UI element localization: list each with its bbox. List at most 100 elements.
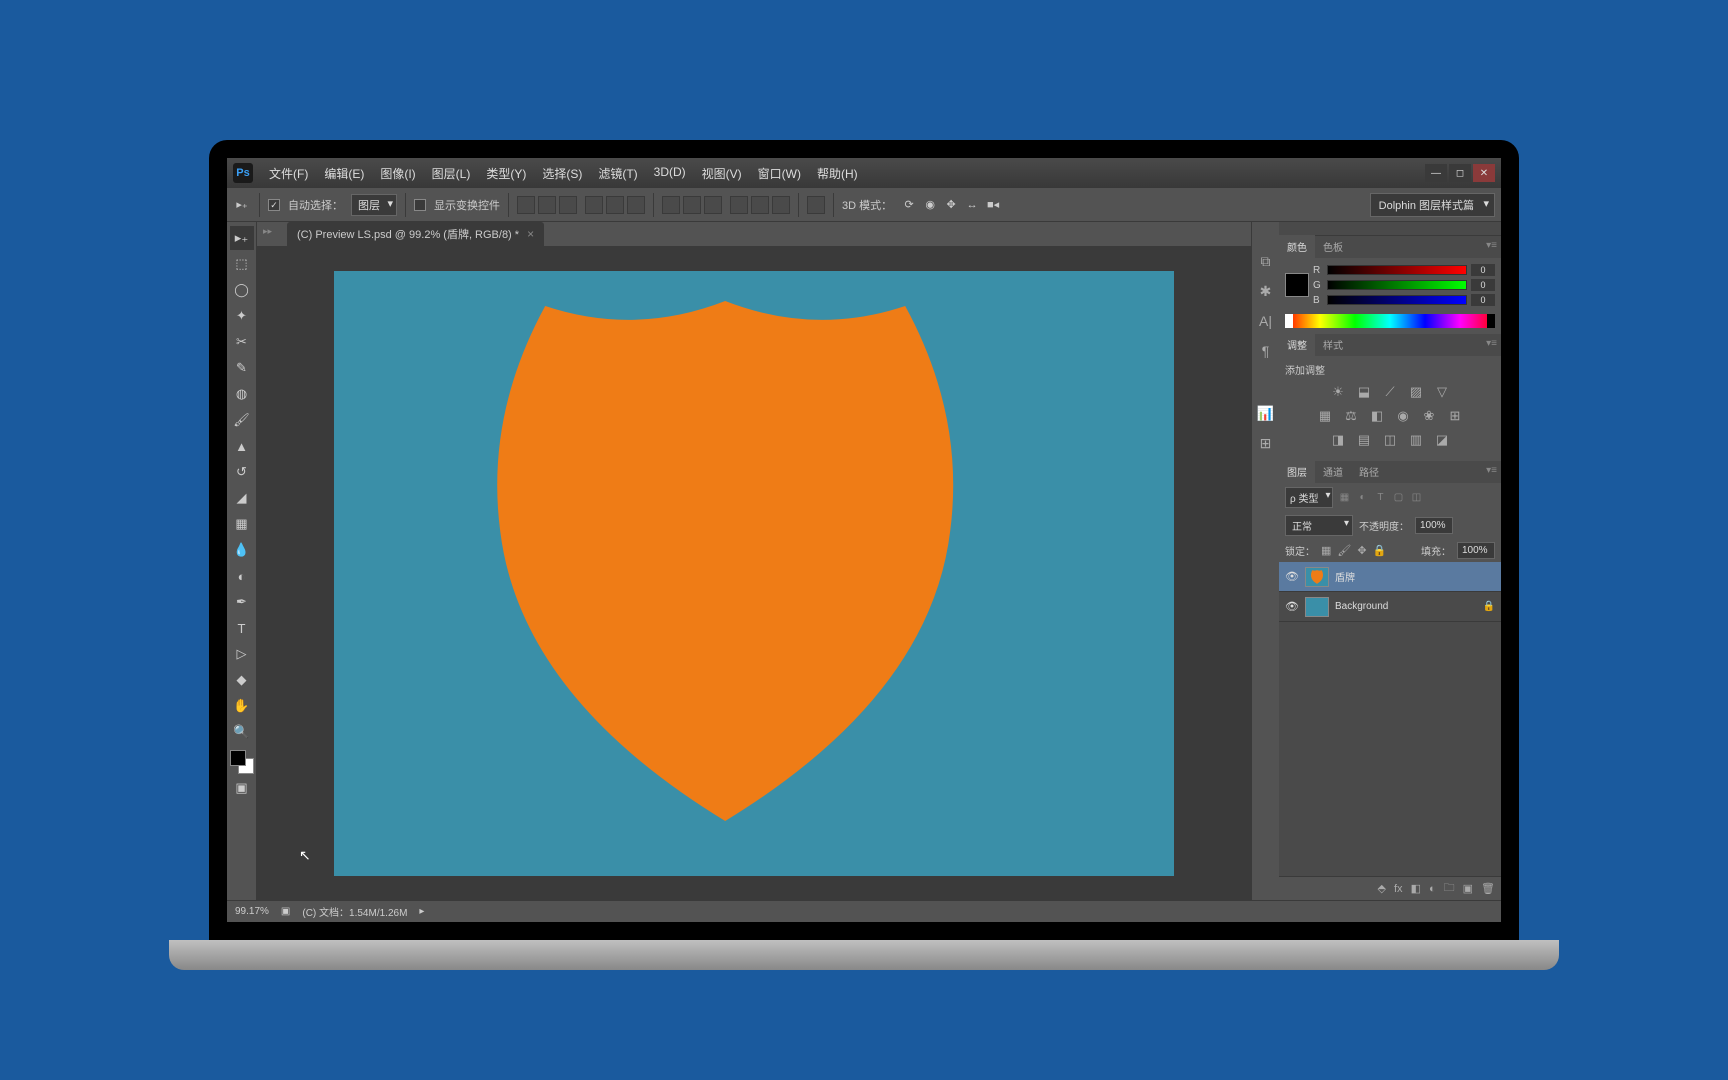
menu-file[interactable]: 文件(F) [263, 161, 314, 186]
layers-tab[interactable]: 图层 [1279, 460, 1315, 483]
colorbalance-icon[interactable]: ⚖ [1342, 407, 1360, 425]
distribute-6-icon[interactable] [772, 196, 790, 214]
invert-icon[interactable]: ◨ [1329, 431, 1347, 449]
g-value[interactable]: 0 [1471, 279, 1495, 291]
swatches-tab[interactable]: 色板 [1315, 235, 1351, 258]
zoom-3d-icon[interactable]: ■◂ [984, 196, 1002, 214]
histogram-dock-icon[interactable]: 📊 [1257, 404, 1275, 422]
tab-close-icon[interactable]: × [527, 227, 534, 241]
align-hcenter-icon[interactable] [606, 196, 624, 214]
filter-pixel-icon[interactable]: ▦ [1337, 491, 1351, 505]
layer-thumbnail[interactable] [1305, 597, 1329, 617]
workspace-preset-dropdown[interactable]: Dolphin 图层样式篇 [1370, 193, 1495, 217]
layer-thumbnail[interactable] [1305, 567, 1329, 587]
menu-window[interactable]: 窗口(W) [752, 161, 807, 186]
document-tab[interactable]: (C) Preview LS.psd @ 99.2% (盾牌, RGB/8) *… [287, 222, 544, 246]
auto-align-icon[interactable] [807, 196, 825, 214]
blend-mode-select[interactable]: 正常 [1285, 515, 1353, 536]
lock-pos-icon[interactable]: ✥ [1357, 544, 1366, 557]
color-swatches[interactable] [230, 750, 254, 774]
spectrum-picker[interactable] [1285, 314, 1495, 328]
zoom-tool[interactable]: 🔍 [230, 720, 254, 744]
eraser-tool[interactable]: ◢ [230, 486, 254, 510]
distribute-1-icon[interactable] [662, 196, 680, 214]
filter-adjust-icon[interactable]: ◐ [1355, 491, 1369, 505]
menu-select[interactable]: 选择(S) [536, 161, 588, 186]
brush-dock-icon[interactable]: ✱ [1257, 282, 1275, 300]
panel-menu-icon[interactable]: ▾≡ [1486, 338, 1497, 349]
lasso-tool[interactable]: ◯ [230, 278, 254, 302]
curves-icon[interactable]: ⟋ [1381, 383, 1399, 401]
layer-row[interactable]: 👁 Background 🔒 [1279, 592, 1501, 622]
panel-collapse[interactable] [1279, 222, 1501, 236]
lock-trans-icon[interactable]: ▦ [1321, 544, 1331, 557]
layer-row[interactable]: 👁 盾牌 [1279, 562, 1501, 592]
align-left-icon[interactable] [585, 196, 603, 214]
b-value[interactable]: 0 [1471, 294, 1495, 306]
channels-tab[interactable]: 通道 [1315, 460, 1351, 483]
orbit-3d-icon[interactable]: ⟳ [900, 196, 918, 214]
r-slider[interactable] [1327, 265, 1467, 275]
show-transform-checkbox[interactable] [414, 199, 426, 211]
delete-layer-icon[interactable]: 🗑 [1481, 882, 1495, 895]
panel-menu-icon[interactable]: ▾≡ [1486, 240, 1497, 251]
blur-tool[interactable]: 💧 [230, 538, 254, 562]
hand-tool[interactable]: ✋ [230, 694, 254, 718]
zoom-level[interactable]: 99.17% [235, 906, 269, 917]
menu-help[interactable]: 帮助(H) [811, 161, 864, 186]
dodge-tool[interactable]: ◐ [230, 564, 254, 588]
layer-group-icon[interactable]: 🗀 [1444, 879, 1455, 898]
hue-icon[interactable]: ▦ [1316, 407, 1334, 425]
canvas-viewport[interactable] [257, 246, 1251, 900]
styles-tab[interactable]: 样式 [1315, 333, 1351, 356]
adjustments-tab[interactable]: 调整 [1279, 333, 1315, 356]
color-tab[interactable]: 颜色 [1279, 235, 1315, 258]
canvas[interactable] [334, 271, 1174, 876]
pan-3d-icon[interactable]: ✥ [942, 196, 960, 214]
new-layer-icon[interactable]: ▣ [1463, 882, 1473, 895]
shield-shape[interactable] [485, 296, 965, 826]
shape-tool[interactable]: ◆ [230, 668, 254, 692]
layer-mask-icon[interactable]: ◧ [1411, 882, 1421, 895]
adjustment-layer-icon[interactable]: ◐ [1429, 883, 1436, 895]
align-right-icon[interactable] [627, 196, 645, 214]
g-slider[interactable] [1327, 280, 1467, 290]
menu-image[interactable]: 图像(I) [374, 161, 421, 186]
align-top-icon[interactable] [517, 196, 535, 214]
magic-wand-tool[interactable]: ✦ [230, 304, 254, 328]
gradient-tool[interactable]: ▦ [230, 512, 254, 536]
menu-layer[interactable]: 图层(L) [426, 161, 477, 186]
visibility-icon[interactable]: 👁 [1285, 600, 1299, 613]
screen-mode-tool[interactable]: ▣ [230, 776, 254, 800]
filter-type-icon[interactable]: T [1373, 491, 1387, 505]
threshold-icon[interactable]: ◫ [1381, 431, 1399, 449]
align-vcenter-icon[interactable] [538, 196, 556, 214]
channel-mixer-icon[interactable]: ❀ [1420, 407, 1438, 425]
opacity-input[interactable]: 100% [1415, 517, 1453, 534]
align-bottom-icon[interactable] [559, 196, 577, 214]
menu-3d[interactable]: 3D(D) [648, 161, 692, 186]
layer-name[interactable]: 盾牌 [1335, 569, 1495, 584]
filter-shape-icon[interactable]: ▢ [1391, 491, 1405, 505]
menu-edit[interactable]: 编辑(E) [318, 161, 370, 186]
vibrance-icon[interactable]: ▽ [1433, 383, 1451, 401]
bw-icon[interactable]: ◧ [1368, 407, 1386, 425]
history-dock-icon[interactable]: ⧉ [1257, 252, 1275, 270]
move-tool[interactable]: ▸₊ [230, 226, 254, 250]
lock-image-icon[interactable]: 🖌 [1337, 544, 1351, 557]
path-select-tool[interactable]: ▷ [230, 642, 254, 666]
r-value[interactable]: 0 [1471, 264, 1495, 276]
char-dock-icon[interactable]: A| [1257, 312, 1275, 330]
b-slider[interactable] [1327, 295, 1467, 305]
color-lookup-icon[interactable]: ⊞ [1446, 407, 1464, 425]
eyedropper-tool[interactable]: ✎ [230, 356, 254, 380]
levels-icon[interactable]: ⬓ [1355, 383, 1373, 401]
collapse-icon[interactable]: ▸▸ [263, 226, 272, 237]
panel-menu-icon[interactable]: ▾≡ [1486, 465, 1497, 476]
filter-kind-select[interactable]: ρ 类型 [1285, 487, 1333, 508]
clone-stamp-tool[interactable]: ▲ [230, 434, 254, 458]
exposure-icon[interactable]: ▨ [1407, 383, 1425, 401]
close-button[interactable]: ✕ [1473, 164, 1495, 182]
color-preview[interactable] [1285, 273, 1309, 297]
type-tool[interactable]: T [230, 616, 254, 640]
